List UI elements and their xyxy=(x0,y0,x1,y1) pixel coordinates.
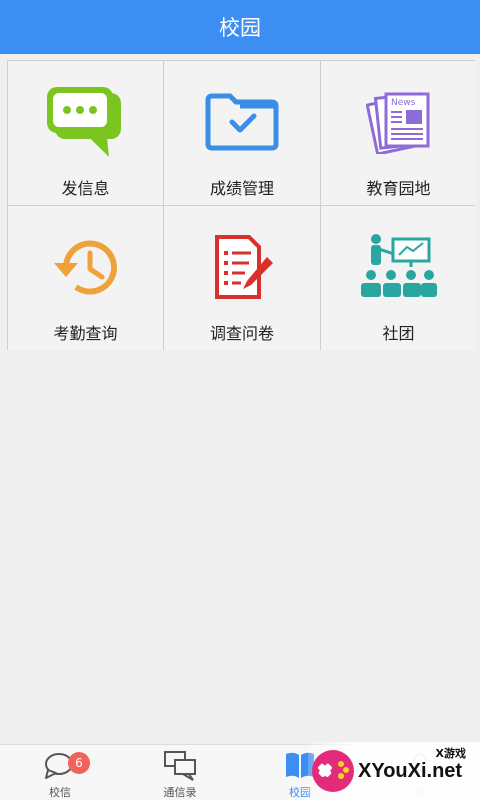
grid-item-attendance-query[interactable]: 考勤查询 xyxy=(8,206,163,350)
tab-label: 校信 xyxy=(49,786,71,799)
feature-grid: 发信息 成绩管理 News 教育园地 考勤查询 调查问卷 社团 xyxy=(7,60,476,350)
watermark-main-text: XYouXi.net xyxy=(358,760,463,782)
gamepad-logo-icon xyxy=(312,750,354,792)
watermark-small-text: X游戏 xyxy=(435,747,466,760)
folder-check-icon xyxy=(205,93,279,151)
grid-item-label: 调查问卷 xyxy=(209,324,274,343)
grid-item-survey[interactable]: 调查问卷 xyxy=(164,206,320,350)
tab-contacts[interactable]: 通信录 xyxy=(120,745,240,800)
svg-text:News: News xyxy=(391,98,416,108)
tab-label: 通信录 xyxy=(163,786,197,799)
grid-item-label: 成绩管理 xyxy=(209,179,274,198)
newspaper-icon: News xyxy=(365,92,429,154)
tab-school-messages[interactable]: 6 校信 xyxy=(0,745,120,800)
history-clock-icon xyxy=(53,240,117,295)
grid-item-label: 发信息 xyxy=(61,179,110,198)
grid-item-send-message[interactable]: 发信息 xyxy=(8,61,163,205)
top-bar: 校园 xyxy=(0,0,480,54)
grid-item-label: 教育园地 xyxy=(366,179,431,198)
unread-badge: 6 xyxy=(68,752,90,774)
survey-edit-icon xyxy=(215,235,273,299)
site-watermark: X游戏 XYouXi.net xyxy=(308,742,480,800)
contacts-chat-icon xyxy=(164,751,196,781)
chat-bubbles-icon xyxy=(46,87,121,157)
grid-item-label: 考勤查询 xyxy=(53,324,118,343)
grid-item-grade-management[interactable]: 成绩管理 xyxy=(164,61,320,205)
grid-item-club[interactable]: 社团 xyxy=(321,206,476,350)
page-title: 校园 xyxy=(219,16,261,40)
grid-item-education-garden[interactable]: News 教育园地 xyxy=(321,61,476,205)
presentation-audience-icon xyxy=(360,234,437,297)
grid-item-label: 社团 xyxy=(382,324,415,343)
